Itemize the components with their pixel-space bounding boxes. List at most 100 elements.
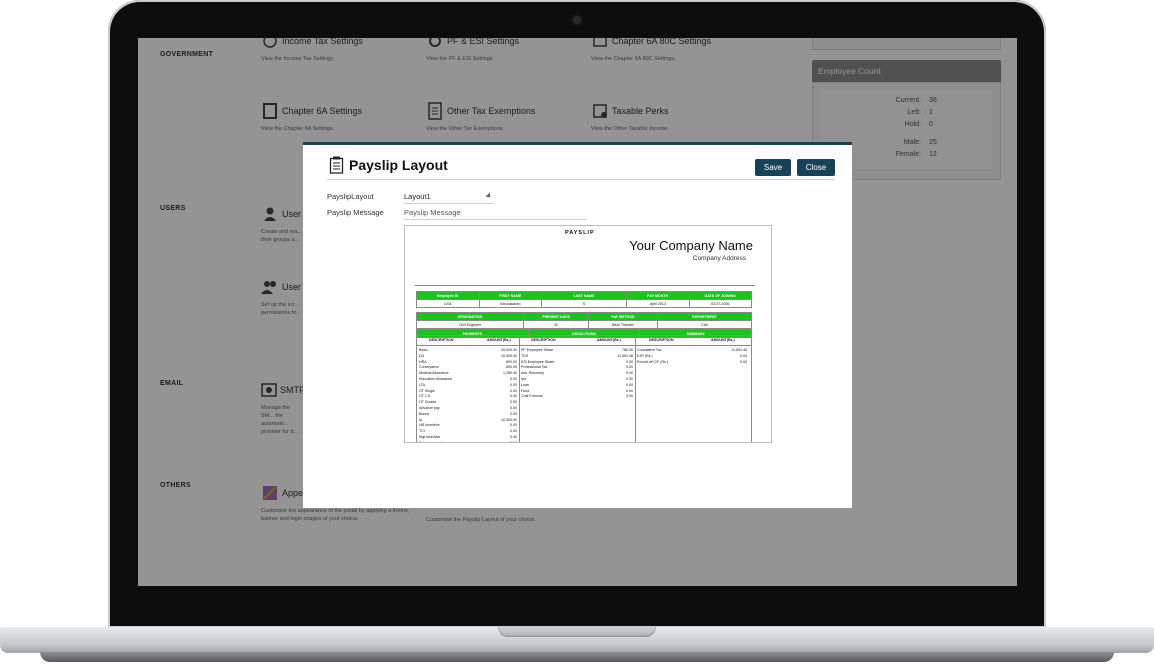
line-item-description: TDS	[521, 353, 529, 358]
document-icon	[329, 156, 344, 179]
employee-info-table: Employee ID FIRST NAME LAST NAME PAY MON…	[416, 291, 752, 308]
modal-title: Payslip Layout	[349, 157, 448, 173]
close-button[interactable]: Close	[797, 159, 835, 176]
line-item-description: Round off C/F (Rs.)	[637, 359, 669, 364]
table-header: DEPARTMENT	[657, 312, 752, 321]
line-item-amount: 0.00	[626, 371, 633, 376]
table-cell: 30	[523, 320, 589, 329]
details-header-rule	[417, 345, 751, 346]
line-item-description: Mgt Incentive	[419, 435, 441, 439]
line-item-description: LTA	[419, 382, 426, 387]
table-header: FIRST NAME	[478, 291, 542, 300]
payslip-message-input[interactable]: Payslip Message	[404, 206, 586, 220]
line-item-amount: 10,000.00	[501, 417, 517, 422]
line-item-description: HRA	[419, 359, 427, 364]
camera-icon	[573, 16, 581, 24]
table-header: LAST NAME	[541, 291, 627, 300]
line-item-amount: 0.00	[510, 411, 517, 416]
line-item-description: Ipd	[521, 377, 526, 381]
payslip-layout-label: PayslipLayout	[327, 192, 374, 201]
col-desc-header: DESCRIPTION	[531, 338, 556, 342]
line-item-description: OT Double	[419, 400, 437, 405]
line-item-description: PF Employee Share	[521, 348, 554, 352]
save-button[interactable]: Save	[755, 159, 791, 176]
table-header: Employee ID	[416, 291, 480, 300]
line-item-description: Adv. Recovery	[521, 371, 545, 376]
line-item-amount: 0.00	[626, 388, 633, 393]
line-item-amount: 0.00	[510, 435, 517, 439]
line-item-description: Cost Formula	[521, 394, 543, 399]
line-item-amount: 11,591.46	[617, 353, 633, 358]
line-item-amount: 0.00	[626, 365, 633, 370]
company-address: Company Address	[692, 255, 746, 262]
screen: GOVERNMENT USERS EMAIL OTHERS Income Tax…	[138, 38, 1017, 586]
line-item-amount: 11,591.46	[731, 348, 747, 352]
laptop-notch	[498, 627, 656, 637]
line-item-description: ESI Employee Share	[521, 359, 555, 364]
table-header: PAY METHOD	[588, 312, 658, 321]
line-item-description: Professional Tax	[521, 365, 548, 370]
table-header: DATE OF JOINING	[688, 291, 752, 300]
line-item-amount: 0.00	[626, 382, 633, 387]
line-item-description: Basic	[419, 348, 428, 352]
table-cell: Civil Engineer	[416, 320, 524, 329]
line-item-description: HR Incentive	[419, 423, 440, 428]
table-header: PRESENT DAYS	[523, 312, 589, 321]
payslip-preview: PAYSLIP Your Company Name Company Addres…	[404, 225, 772, 443]
line-item-description: Loan	[521, 382, 529, 387]
line-item-amount: 800.00	[506, 359, 517, 364]
line-item-amount: 0.00	[510, 423, 517, 428]
col-desc-header: DESCRIPTION	[649, 338, 674, 342]
line-item-description: Medical Allowance	[419, 371, 449, 376]
line-item-amount: 0.00	[510, 440, 517, 443]
payslip-layout-modal: Payslip Layout Save Close PayslipLayout …	[303, 142, 852, 508]
table-header: PAY MONTH	[626, 291, 690, 300]
dropdown-arrow-icon	[485, 192, 493, 200]
line-item-description: Education Allowance	[419, 377, 453, 381]
laptop-base-shadow	[40, 652, 1114, 662]
header-divider	[415, 285, 755, 286]
payslip-details: DESCRIPTION AMOUNT(Rs.) DESCRIPTION AMOU…	[416, 335, 752, 443]
line-item-amount: 0.00	[626, 377, 633, 381]
line-item-description: Entertainment	[419, 440, 442, 443]
table-cell: Bank Transfer	[588, 320, 658, 329]
line-item-description: Ip	[419, 417, 422, 422]
line-item-amount: 0.00	[626, 359, 633, 364]
table-cell: April 2013	[626, 299, 690, 308]
payslip-layout-select[interactable]: Layout1	[404, 190, 494, 204]
table-cell: S	[541, 299, 627, 308]
line-item-amount: 0.00	[510, 377, 517, 381]
col-desc-header: DESCRIPTION	[429, 338, 454, 342]
table-cell: 1001	[416, 299, 480, 308]
line-item-amount: 0.00	[510, 388, 517, 393]
line-item-description: Fund	[521, 388, 530, 393]
employee-info2-table: DESIGNATION PRESENT DAYS PAY METHOD DEPA…	[416, 312, 752, 329]
table-cell: 03-07-2006	[688, 299, 752, 308]
col-amount-header: AMOUNT(Rs.)	[597, 338, 621, 342]
line-item-amount: 0.00	[510, 382, 517, 387]
line-item-amount: 20,000.00	[501, 348, 517, 352]
line-item-amount: 1,250.00	[503, 371, 517, 376]
line-item-amount: 10,000.00	[501, 353, 517, 358]
line-item-description: DA	[419, 353, 424, 358]
line-item-description: Bonus	[419, 411, 430, 416]
company-name: Your Company Name	[629, 238, 753, 253]
line-item-amount: 0.00	[510, 429, 517, 434]
line-item-description: OT 1.5	[419, 394, 430, 399]
deductions-column	[519, 336, 636, 442]
line-item-description: Conveyance	[419, 365, 439, 370]
title-divider	[327, 179, 835, 180]
line-item-amount: 0.00	[626, 394, 633, 399]
line-item-amount: 0.00	[510, 406, 517, 410]
table-cell: Civil	[657, 320, 752, 329]
payslip-message-label: Payslip Message	[327, 208, 384, 217]
line-item-amount: 0.00	[510, 394, 517, 399]
line-item-amount: 800.00	[506, 365, 517, 370]
line-item-description: Cumulative Tax	[637, 348, 662, 352]
col-amount-header: AMOUNT(Rs.)	[487, 338, 511, 342]
line-item-amount: 0.00	[510, 400, 517, 405]
line-item-description: OT Single	[419, 388, 435, 393]
col-amount-header: AMOUNT(Rs.)	[711, 338, 735, 342]
line-item-description: TCI	[419, 429, 425, 434]
select-value: Layout1	[404, 192, 431, 201]
